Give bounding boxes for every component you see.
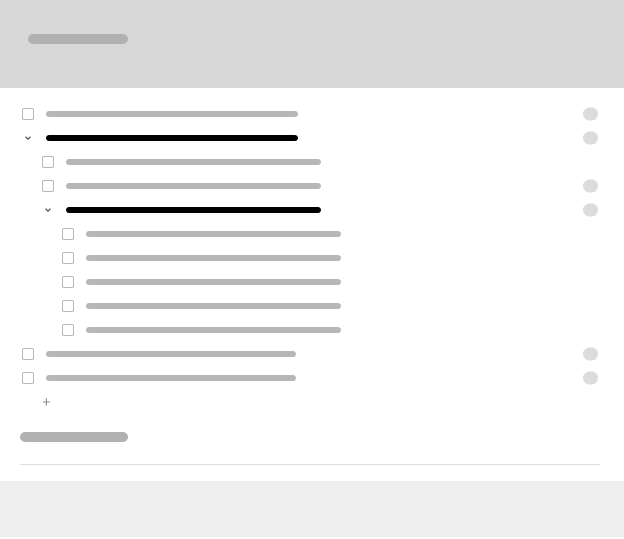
row-label-placeholder <box>86 303 341 309</box>
header-title-placeholder <box>28 34 128 44</box>
checkbox[interactable] <box>22 348 34 360</box>
tree-row[interactable] <box>20 222 604 246</box>
tree-row[interactable] <box>20 150 604 174</box>
tree-row[interactable] <box>20 342 604 366</box>
tree-panel: + <box>0 88 624 465</box>
row-label-placeholder <box>46 111 298 117</box>
tree-row[interactable] <box>20 198 604 222</box>
checkbox[interactable] <box>42 156 54 168</box>
bottom-panel <box>0 481 624 537</box>
row-label-placeholder <box>86 255 341 261</box>
checkbox[interactable] <box>62 300 74 312</box>
plus-icon: + <box>42 394 51 411</box>
row-label-placeholder <box>86 231 341 237</box>
tree-row[interactable] <box>20 174 604 198</box>
checkbox[interactable] <box>42 180 54 192</box>
tree-row[interactable] <box>20 246 604 270</box>
checkbox[interactable] <box>22 108 34 120</box>
count-badge <box>583 372 598 385</box>
row-label-placeholder <box>86 327 341 333</box>
checkbox[interactable] <box>62 324 74 336</box>
chevron-down-icon[interactable] <box>22 132 34 144</box>
row-label-placeholder <box>66 183 321 189</box>
checkbox[interactable] <box>62 276 74 288</box>
tree-root <box>20 102 604 390</box>
footer-note-placeholder <box>20 432 128 442</box>
checkbox[interactable] <box>62 228 74 240</box>
checkbox[interactable] <box>62 252 74 264</box>
header <box>0 0 624 88</box>
count-badge <box>583 108 598 121</box>
tree-row[interactable] <box>20 294 604 318</box>
section-divider <box>20 464 600 465</box>
tree-row[interactable] <box>20 366 604 390</box>
tree-row[interactable] <box>20 270 604 294</box>
tree-row[interactable] <box>20 102 604 126</box>
count-badge <box>583 132 598 145</box>
tree-row[interactable] <box>20 126 604 150</box>
checkbox[interactable] <box>22 372 34 384</box>
count-badge <box>583 180 598 193</box>
row-label-placeholder <box>46 135 298 141</box>
row-label-placeholder <box>66 207 321 213</box>
tree-row[interactable] <box>20 318 604 342</box>
row-label-placeholder <box>66 159 321 165</box>
row-label-placeholder <box>46 351 296 357</box>
count-badge <box>583 204 598 217</box>
add-item-button[interactable]: + <box>20 390 604 414</box>
row-label-placeholder <box>46 375 296 381</box>
chevron-down-icon[interactable] <box>42 204 54 216</box>
row-label-placeholder <box>86 279 341 285</box>
count-badge <box>583 348 598 361</box>
